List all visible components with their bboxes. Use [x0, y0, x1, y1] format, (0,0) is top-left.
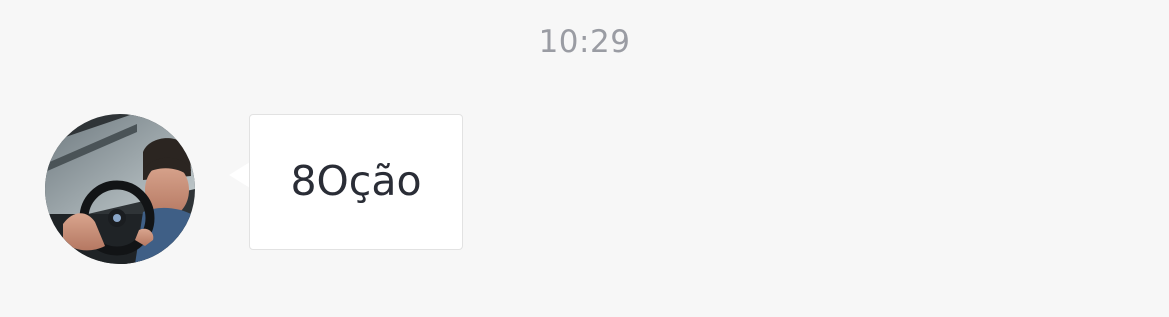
message-bubble[interactable]: 8Oção	[249, 114, 463, 250]
message-bubble-tail	[229, 162, 250, 188]
message-row: 8Oção	[0, 0, 1169, 317]
message-text: 8Oção	[290, 157, 422, 205]
sender-avatar[interactable]	[45, 114, 195, 264]
avatar-photo-icon	[45, 114, 195, 264]
